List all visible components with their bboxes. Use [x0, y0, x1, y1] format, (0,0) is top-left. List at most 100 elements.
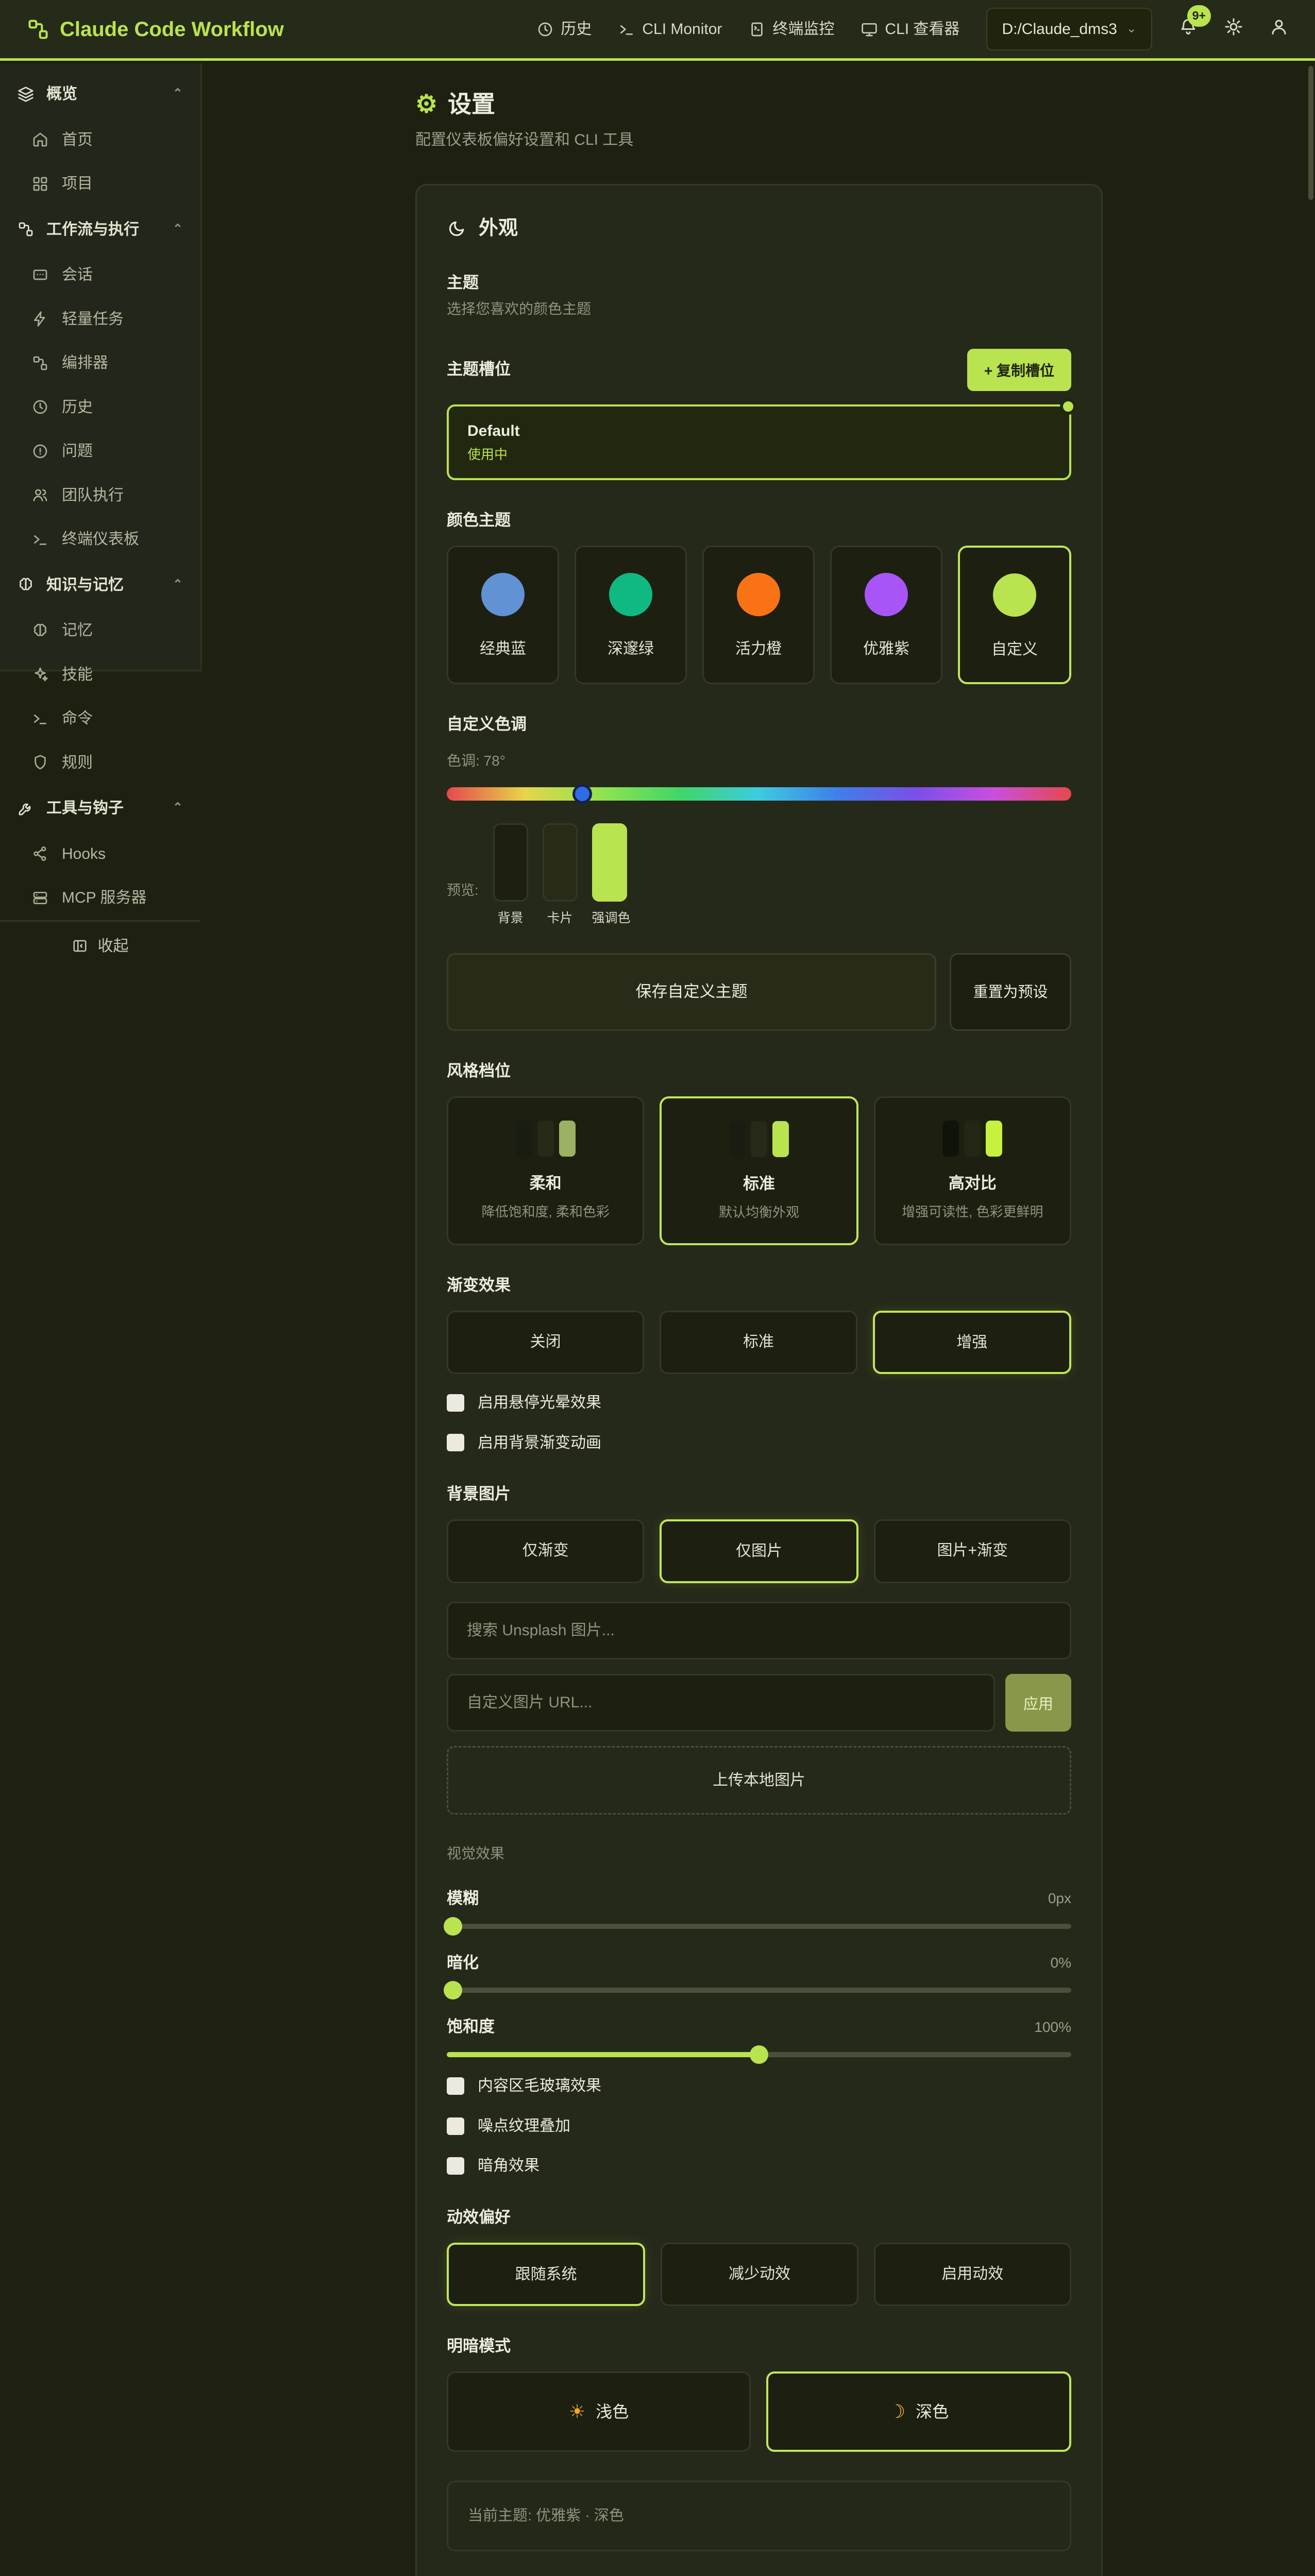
moon-icon: ☽ [889, 2398, 905, 2425]
slot-active-dot [1060, 398, 1076, 415]
sidebar-group-knowledge[interactable]: 知识与记忆 ⌃ [0, 562, 200, 609]
sidebar-item-skills[interactable]: 技能 [0, 653, 200, 697]
apply-url-button[interactable]: 应用 [1005, 1674, 1071, 1732]
checkbox-icon [447, 1394, 464, 1412]
sidebar-item-projects[interactable]: 项目 [0, 162, 200, 206]
style-bar [729, 1121, 746, 1157]
gradient-enhanced[interactable]: 增强 [873, 1311, 1071, 1375]
gradient-off[interactable]: 关闭 [447, 1311, 644, 1375]
workflow-icon [18, 221, 34, 238]
bg-image-gradient[interactable]: 图片+渐变 [874, 1519, 1071, 1583]
theme-card-custom[interactable]: 自定义 [958, 546, 1071, 685]
blur-slider[interactable] [447, 1924, 1071, 1929]
motion-enabled[interactable]: 启用动效 [874, 2243, 1071, 2307]
color-theme-label: 颜色主题 [447, 509, 1071, 532]
brain-icon [32, 622, 48, 639]
saturation-slider-thumb[interactable] [750, 2045, 768, 2064]
style-soft[interactable]: 柔和 降低饱和度, 柔和色彩 [447, 1096, 644, 1245]
app-logo[interactable]: Claude Code Workflow [27, 14, 284, 44]
mode-light[interactable]: ☀ 浅色 [447, 2371, 751, 2452]
sidebar-item-rules[interactable]: 规则 [0, 741, 200, 785]
gradient-standard[interactable]: 标准 [660, 1311, 857, 1375]
theme-card-elegant-purple[interactable]: 优雅紫 [830, 546, 942, 685]
bg-gradient-only[interactable]: 仅渐变 [447, 1519, 644, 1583]
panel-collapse-icon [72, 938, 88, 954]
nav-cli-viewer[interactable]: CLI 查看器 [861, 18, 959, 41]
checkbox-icon [447, 1434, 464, 1451]
project-selector[interactable]: D:/Claude_dms3 ⌄ [986, 8, 1152, 51]
bg-image-only[interactable]: 仅图片 [660, 1519, 858, 1583]
darken-slider-thumb[interactable] [444, 1981, 462, 1999]
style-bar [964, 1121, 981, 1157]
sidebar-item-mcp-servers[interactable]: MCP 服务器 [0, 876, 200, 920]
notification-badge: 9+ [1187, 5, 1211, 26]
noise-texture-checkbox[interactable]: 噪点纹理叠加 [447, 2115, 1071, 2138]
sidebar-item-terminal-dashboard[interactable]: 终端仪表板 [0, 517, 200, 562]
slot-name: Default [467, 420, 1051, 443]
theme-card-deep-green[interactable]: 深邃绿 [575, 546, 687, 685]
hue-value: 色调: 78° [447, 751, 1071, 772]
current-theme-info: 当前主题: 优雅紫 · 深色 [447, 2481, 1071, 2551]
nav-history[interactable]: 历史 [537, 18, 592, 41]
theme-slot-default[interactable]: Default 使用中 [447, 404, 1071, 480]
sidebar-group-overview[interactable]: 概览 ⌃ [0, 71, 200, 118]
darken-slider-row: 暗化 0% [447, 1952, 1071, 1993]
upload-local-image-button[interactable]: 上传本地图片 [447, 1746, 1071, 1815]
darken-slider[interactable] [447, 1988, 1071, 1993]
save-custom-theme-button[interactable]: 保存自定义主题 [447, 953, 936, 1031]
sidebar-item-sessions[interactable]: 会话 [0, 253, 200, 297]
sidebar-item-hooks[interactable]: Hooks [0, 832, 200, 876]
bg-gradient-anim-checkbox[interactable]: 启用背景渐变动画 [447, 1432, 1071, 1454]
motion-options: 跟随系统 减少动效 启用动效 [447, 2243, 1071, 2307]
sidebar-group-tools[interactable]: 工具与钩子 ⌃ [0, 785, 200, 832]
sidebar-item-team-execution[interactable]: 团队执行 [0, 473, 200, 518]
style-high-contrast[interactable]: 高对比 增强可读性, 色彩更鲜明 [874, 1096, 1071, 1245]
theme-card-vibrant-orange[interactable]: 活力橙 [702, 546, 815, 685]
nav-terminal-monitor[interactable]: 终端监控 [749, 18, 834, 41]
sidebar-group-workflow[interactable]: 工作流与执行 ⌃ [0, 206, 200, 253]
hover-glow-checkbox[interactable]: 启用悬停光晕效果 [447, 1392, 1071, 1414]
motion-follow-system[interactable]: 跟随系统 [447, 2243, 645, 2307]
motion-reduced[interactable]: 减少动效 [661, 2243, 858, 2307]
sidebar-item-history[interactable]: 历史 [0, 385, 200, 430]
sidebar-collapse-button[interactable]: 收起 [0, 920, 200, 971]
appearance-card: 外观 主题 选择您喜欢的颜色主题 主题槽位 + 复制槽位 Default 使用中… [415, 184, 1103, 2576]
workflow-icon [32, 355, 48, 371]
hue-slider[interactable] [447, 787, 1071, 801]
copy-slot-button[interactable]: + 复制槽位 [967, 349, 1071, 391]
hue-slider-thumb[interactable] [572, 784, 592, 804]
motion-pref-label: 动效偏好 [447, 2206, 1071, 2229]
blur-slider-thumb[interactable] [444, 1917, 462, 1936]
saturation-slider[interactable] [447, 2052, 1071, 2057]
theme-toggle-button[interactable] [1224, 18, 1243, 40]
notifications-button[interactable]: 9+ [1179, 18, 1198, 40]
theme-label: 主题 [447, 272, 1071, 295]
sidebar-item-issues[interactable]: 问题 [0, 429, 200, 473]
mode-dark[interactable]: ☽ 深色 [766, 2371, 1071, 2452]
mode-options: ☀ 浅色 ☽ 深色 [447, 2371, 1071, 2452]
sidebar-item-memory[interactable]: 记忆 [0, 608, 200, 653]
sidebar-item-home[interactable]: 首页 [0, 118, 200, 162]
sidebar-item-commands[interactable]: 命令 [0, 697, 200, 741]
reset-preset-button[interactable]: 重置为预设 [950, 953, 1071, 1031]
shield-icon [32, 754, 48, 771]
glass-effect-checkbox[interactable]: 内容区毛玻璃效果 [447, 2075, 1071, 2097]
unsplash-search-input[interactable] [447, 1602, 1071, 1659]
sparkles-icon [32, 666, 48, 683]
style-standard[interactable]: 标准 默认均衡外观 [660, 1096, 858, 1245]
home-icon [32, 131, 48, 148]
sidebar-item-orchestrator[interactable]: 编排器 [0, 341, 200, 385]
terminal-icon [618, 21, 635, 38]
custom-url-input[interactable] [447, 1674, 995, 1732]
theme-preview: 预览: 背景 卡片 强调色 [447, 823, 1071, 927]
theme-card-classic-blue[interactable]: 经典蓝 [447, 546, 559, 685]
settings-page: ⚙ 设置 配置仪表板偏好设置和 CLI 工具 外观 主题 选择您喜欢的颜色主题 … [415, 61, 1103, 2576]
app-title: Claude Code Workflow [60, 14, 284, 44]
user-menu-button[interactable] [1270, 18, 1288, 40]
vignette-checkbox[interactable]: 暗角效果 [447, 2155, 1071, 2177]
style-level-label: 风格档位 [447, 1060, 1071, 1083]
page-scrollbar[interactable] [1308, 66, 1313, 200]
sidebar-item-light-tasks[interactable]: 轻量任务 [0, 297, 200, 342]
nav-cli-monitor[interactable]: CLI Monitor [618, 18, 722, 41]
terminal-icon [32, 531, 48, 548]
